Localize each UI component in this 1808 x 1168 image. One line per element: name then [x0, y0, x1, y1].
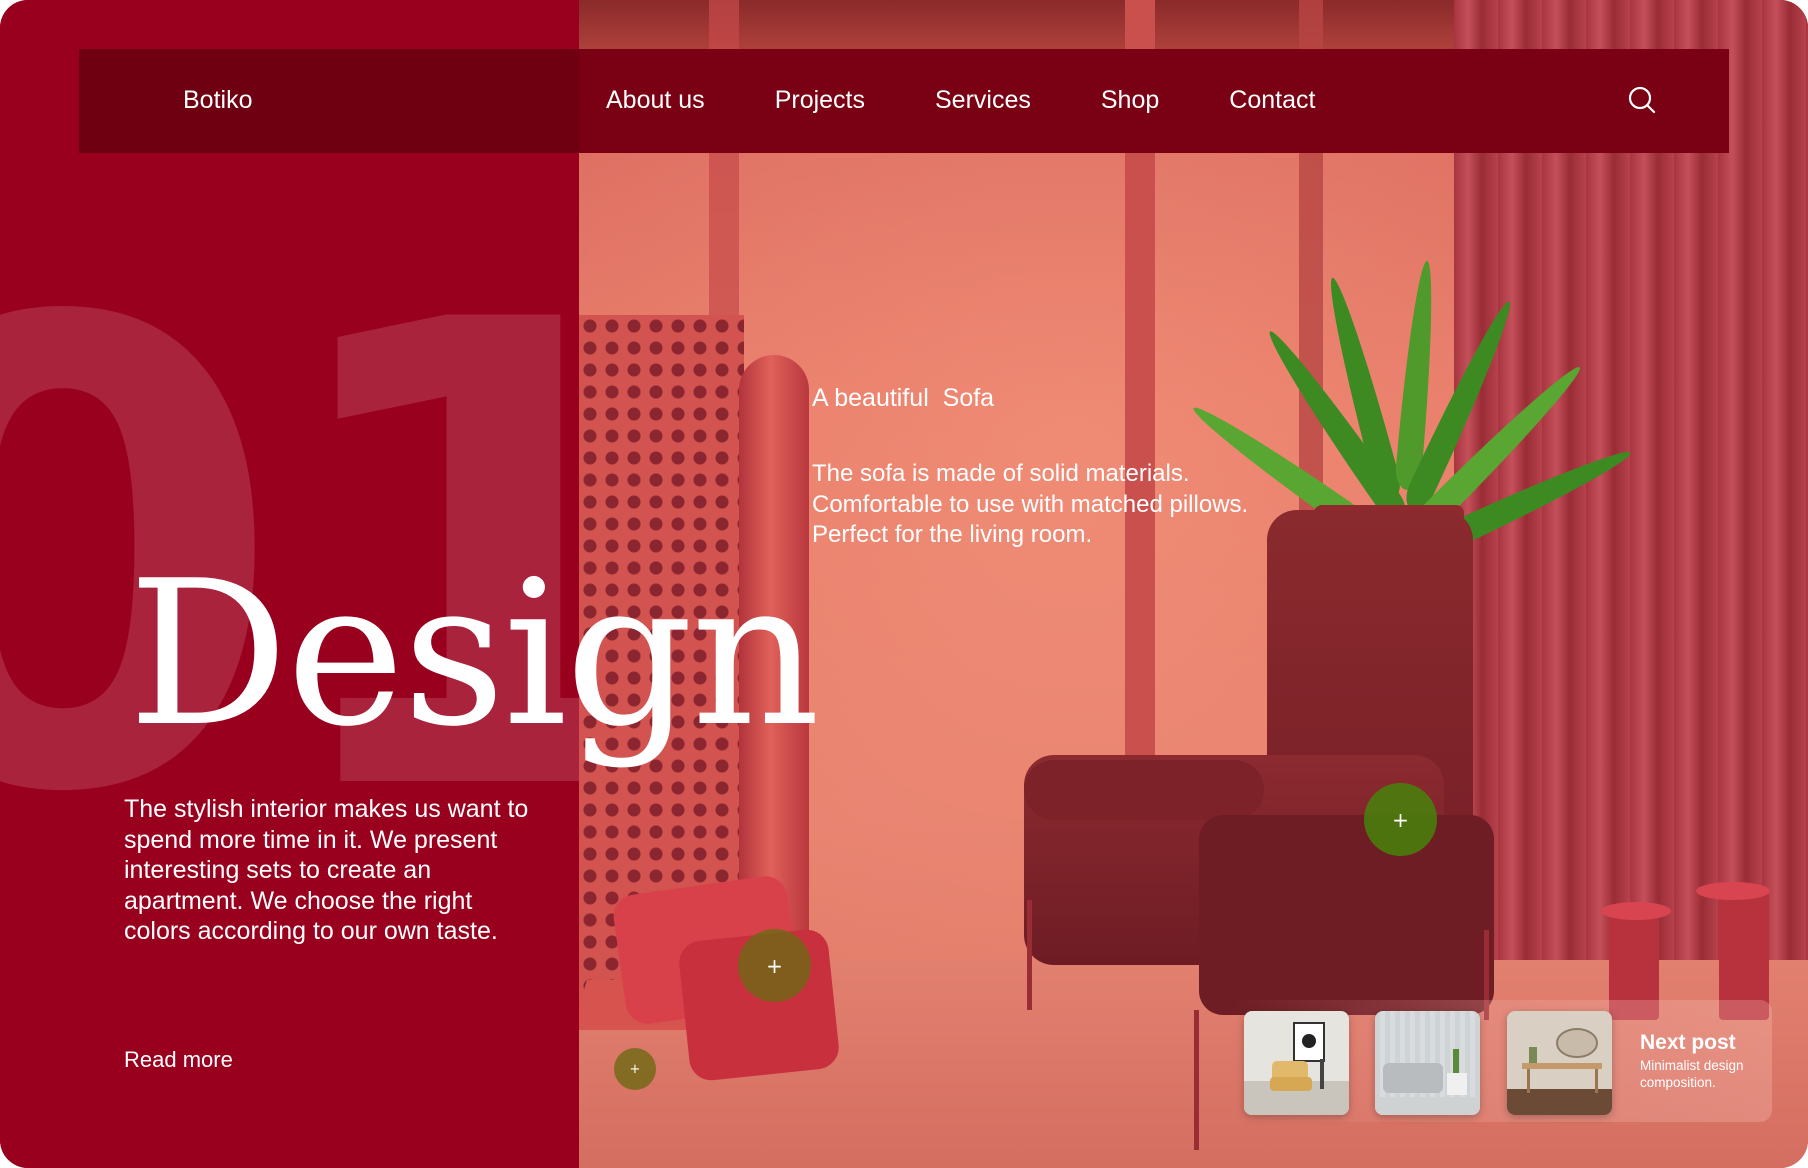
hotspot-table[interactable]: + — [614, 1048, 656, 1090]
brand-logo[interactable]: Botiko — [183, 86, 252, 115]
page-frame: 01 Botiko About us Projects Services Sho… — [0, 0, 1808, 1168]
sofa-room-image — [1375, 1011, 1480, 1115]
thumbnail-sofa-room[interactable] — [1375, 1011, 1480, 1115]
hotspot-pillow[interactable]: + — [738, 929, 811, 1002]
nav-link-contact[interactable]: Contact — [1229, 86, 1315, 115]
product-description-line: The sofa is made of solid materials. — [812, 460, 1190, 487]
thumbnail-desk-room[interactable] — [1507, 1011, 1612, 1115]
product-description: The sofa is made of solid materials. Com… — [812, 459, 1332, 551]
armchair-arm — [1199, 815, 1494, 1015]
hotspot-armchair[interactable]: + — [1364, 783, 1437, 856]
next-post-title[interactable]: Next post — [1640, 1031, 1736, 1055]
next-post-subtitle: Minimalist design composition. — [1640, 1058, 1744, 1090]
thumbnail-armchair-room[interactable] — [1244, 1011, 1349, 1115]
nav-link-projects[interactable]: Projects — [775, 86, 865, 115]
search-button[interactable] — [1627, 85, 1657, 115]
nav-link-services[interactable]: Services — [935, 86, 1031, 115]
product-description-line: Comfortable to use with matched pillows. — [812, 490, 1249, 518]
hero-headline: Design — [128, 538, 820, 771]
armchair-arm — [1024, 760, 1264, 820]
product-title: A beautiful Sofa — [812, 384, 995, 412]
armchair-room-image — [1244, 1011, 1349, 1115]
top-nav: Botiko About us Projects Services Shop C… — [79, 49, 1729, 153]
nav-link-about-us[interactable]: About us — [606, 86, 705, 115]
hero-intro: The stylish interior makes us want to sp… — [124, 795, 529, 945]
desk-room-image — [1507, 1011, 1612, 1115]
product-description-line: Perfect for the living room. — [812, 521, 1093, 548]
read-more-link[interactable]: Read more — [124, 1047, 233, 1073]
nav-links: About us Projects Services Shop Contact — [606, 86, 1385, 115]
search-icon — [1628, 86, 1656, 114]
nav-link-shop[interactable]: Shop — [1101, 86, 1159, 115]
